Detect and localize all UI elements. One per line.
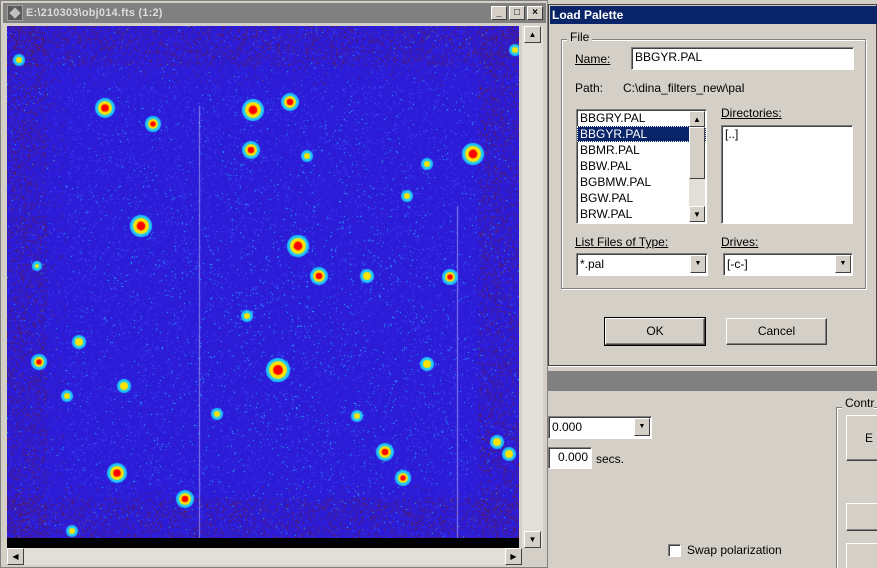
image-window: E:\210303\obj014.fts (1:2) _ □ × ▲ ▼ ◀ ▶ — [0, 0, 548, 568]
app-icon[interactable] — [7, 5, 23, 21]
name-label: Name: — [575, 52, 611, 66]
file-list-item[interactable]: BRW.PAL — [577, 206, 706, 222]
drives-dropdown-icon[interactable]: ▼ — [835, 255, 851, 273]
image-window-titlebar[interactable]: E:\210303\obj014.fts (1:2) _ □ × — [3, 3, 546, 23]
background-window: 0.000 ▼ 0.000 secs. Swap polarization Co… — [548, 366, 877, 568]
scroll-down-button[interactable]: ▼ — [524, 531, 541, 548]
bg-value-combo[interactable]: 0.000 ▼ — [548, 416, 652, 439]
caption-buttons: _ □ × — [491, 6, 543, 20]
screen: E:\210303\obj014.fts (1:2) _ □ × ▲ ▼ ◀ ▶… — [0, 0, 877, 568]
file-list-item[interactable]: BGBMW.PAL — [577, 174, 706, 190]
image-window-title: E:\210303\obj014.fts (1:2) — [26, 7, 163, 19]
name-input[interactable]: BBGYR.PAL — [631, 47, 854, 70]
control-group-label: Contr — [842, 396, 875, 410]
file-list-item[interactable]: BGW.PAL — [577, 190, 706, 206]
star-field-canvas[interactable] — [7, 26, 519, 538]
dialog-title[interactable]: Load Palette — [550, 6, 877, 24]
file-list-item[interactable]: BBGRY.PAL — [577, 110, 706, 126]
load-palette-dialog: Load Palette File Name: BBGYR.PAL Path: … — [548, 4, 877, 366]
scroll-up-button[interactable]: ▲ — [524, 26, 541, 43]
file-type-dropdown-icon[interactable]: ▼ — [690, 255, 706, 273]
file-list[interactable]: BBGRY.PAL BBGYR.PAL BBMR.PAL BBW.PAL BGBMW.P… — [576, 109, 707, 224]
control-button-2[interactable] — [846, 503, 877, 531]
background-window-titlebar[interactable] — [548, 371, 877, 391]
drives-combo[interactable]: [-c-] ▼ — [723, 253, 853, 276]
bg-combo-dropdown-icon[interactable]: ▼ — [634, 418, 650, 436]
close-button[interactable]: × — [527, 6, 543, 20]
scroll-left-button[interactable]: ◀ — [7, 548, 24, 565]
file-list-scrollbar[interactable]: ▲ ▼ — [689, 111, 705, 222]
horizontal-scrollbar[interactable]: ◀ ▶ — [7, 548, 522, 565]
scroll-right-button[interactable]: ▶ — [505, 548, 522, 565]
file-list-scroll-up[interactable]: ▲ — [689, 111, 705, 127]
secs-input[interactable]: 0.000 — [548, 447, 592, 469]
file-type-label: List Files of Type: — [575, 235, 669, 249]
file-list-item[interactable]: BBW.PAL — [577, 158, 706, 174]
file-group-label: File — [567, 30, 593, 44]
file-list-items: BBGRY.PAL BBGYR.PAL BBMR.PAL BBW.PAL BGBMW.P… — [577, 110, 706, 222]
vertical-scrollbar[interactable]: ▲ ▼ — [522, 26, 543, 548]
directory-list-items: [..] — [722, 126, 852, 142]
cancel-button[interactable]: Cancel — [726, 318, 827, 345]
ok-button[interactable]: OK — [604, 317, 706, 346]
file-list-item[interactable]: BBGYR.PAL — [577, 126, 706, 142]
swap-polarization-checkbox[interactable] — [668, 544, 681, 557]
maximize-button[interactable]: □ — [509, 6, 525, 20]
file-list-item[interactable]: BBMR.PAL — [577, 142, 706, 158]
directories-label: Directories: — [721, 106, 782, 120]
minimize-button[interactable]: _ — [491, 6, 507, 20]
file-type-value: *.pal — [580, 257, 605, 271]
path-value: C:\dina_filters_new\pal — [623, 81, 745, 95]
drives-value: [-c-] — [727, 257, 748, 271]
file-list-scroll-thumb[interactable] — [689, 127, 705, 179]
secs-label: secs. — [596, 452, 625, 466]
drives-label: Drives: — [721, 235, 759, 249]
astronomical-image[interactable] — [7, 26, 519, 538]
file-type-combo[interactable]: *.pal ▼ — [576, 253, 708, 276]
file-list-scroll-down[interactable]: ▼ — [689, 206, 705, 222]
control-button-1[interactable]: E — [846, 415, 877, 461]
image-bottom-border — [7, 538, 519, 548]
bg-combo-value: 0.000 — [552, 420, 583, 434]
path-label: Path: — [575, 81, 604, 95]
swap-polarization-label: Swap polarization — [687, 543, 782, 557]
directory-list-item[interactable]: [..] — [722, 126, 852, 142]
directory-list[interactable]: [..] — [721, 125, 853, 224]
control-button-3[interactable] — [846, 543, 877, 568]
